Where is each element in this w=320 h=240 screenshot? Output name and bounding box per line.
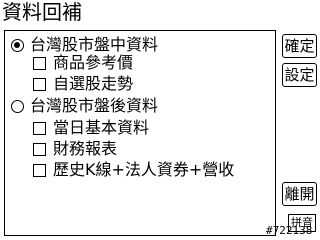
- checkbox-watchlist-trend-label: 自選股走勢: [53, 74, 134, 93]
- checkbox-box[interactable]: [33, 163, 46, 177]
- settings-button[interactable]: 設定: [282, 63, 317, 87]
- watermark: #722138: [266, 224, 313, 237]
- radio-intraday[interactable]: 台灣股市盤中資料: [11, 35, 158, 55]
- checkbox-financial-reports-label: 財務報表: [53, 139, 118, 158]
- checkbox-financial-reports[interactable]: 財務報表: [33, 139, 117, 159]
- radio-afterhours-label: 台灣股市盤後資料: [30, 96, 159, 115]
- checkbox-reference-price-label: 商品參考價: [53, 53, 134, 72]
- window-title: 資料回補: [2, 0, 82, 24]
- radio-button-intraday[interactable]: [11, 38, 24, 52]
- exit-button[interactable]: 離開: [282, 182, 317, 206]
- checkbox-daily-basic-label: 當日基本資料: [53, 118, 150, 137]
- radio-button-afterhours[interactable]: [11, 99, 24, 113]
- options-panel: 台灣股市盤中資料 商品參考價 自選股走勢 台灣股市盤後資料 當日基本資料 財務報…: [4, 30, 276, 236]
- checkbox-reference-price[interactable]: 商品參考價: [33, 53, 133, 73]
- checkbox-history-kline[interactable]: 歷史K線+法人資券+營收: [33, 160, 234, 180]
- radio-afterhours[interactable]: 台灣股市盤後資料: [11, 96, 158, 116]
- checkbox-box[interactable]: [33, 121, 46, 135]
- checkbox-daily-basic[interactable]: 當日基本資料: [33, 118, 149, 138]
- checkbox-history-kline-label: 歷史K線+法人資券+營收: [53, 160, 235, 179]
- checkbox-watchlist-trend[interactable]: 自選股走勢: [33, 74, 133, 94]
- confirm-button[interactable]: 確定: [282, 34, 317, 58]
- radio-intraday-label: 台灣股市盤中資料: [30, 35, 159, 54]
- checkbox-box[interactable]: [33, 142, 46, 156]
- checkbox-box[interactable]: [33, 56, 46, 70]
- checkbox-box[interactable]: [33, 77, 46, 91]
